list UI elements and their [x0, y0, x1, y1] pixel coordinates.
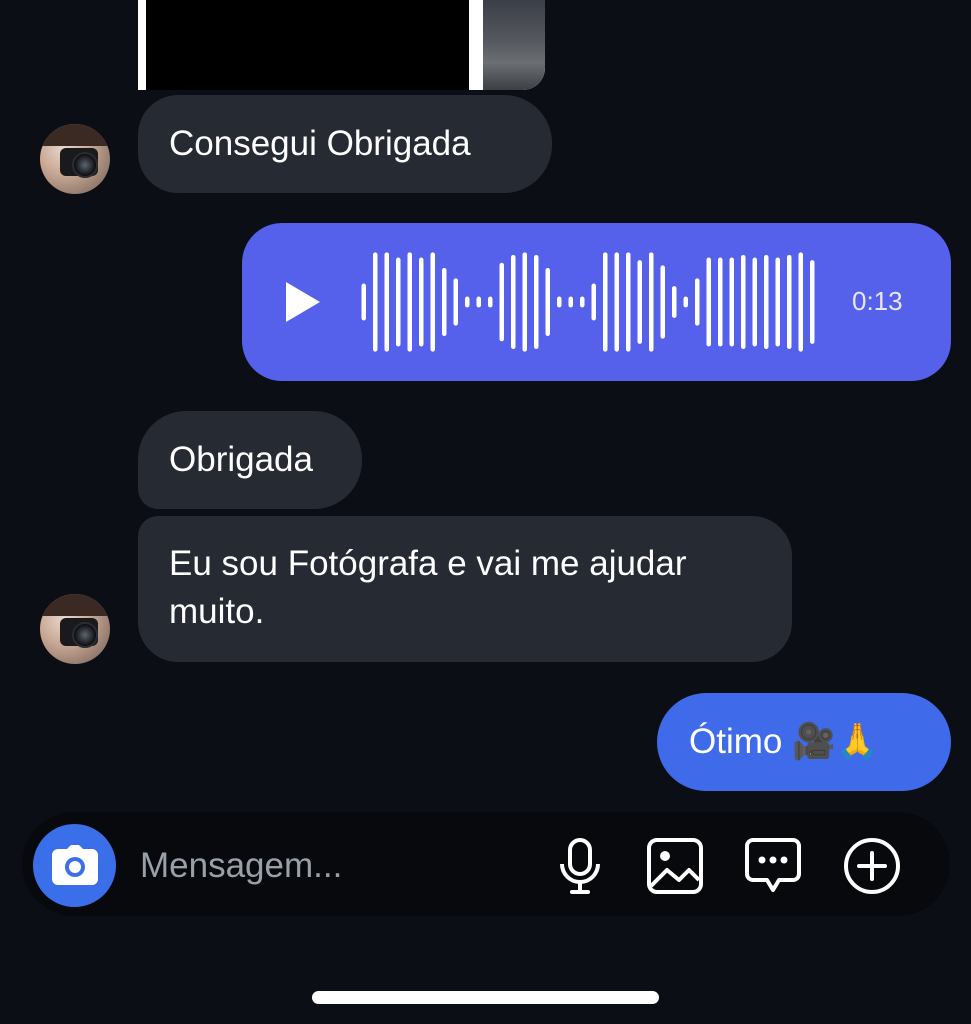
avatar-hair — [40, 594, 110, 616]
camera-icon — [52, 845, 98, 885]
shared-photo-grid[interactable] — [138, 0, 545, 90]
avatar-lens — [72, 152, 98, 178]
outgoing-message[interactable]: Ótimo 🎥🙏 — [657, 693, 951, 791]
message-input[interactable] — [140, 838, 520, 894]
incoming-message[interactable]: Consegui Obrigada — [138, 95, 552, 193]
chat-screen: Consegui Obrigada 0:13 Obrigada Eu sou F… — [0, 0, 971, 1024]
incoming-message[interactable]: Eu sou Fotógrafa e vai me ajudar muito. — [138, 516, 792, 662]
avatar-lens — [72, 622, 98, 648]
microphone-icon[interactable] — [550, 836, 610, 896]
camera-button[interactable] — [33, 824, 116, 907]
avatar-hair — [40, 124, 110, 146]
play-icon[interactable] — [286, 282, 320, 322]
contact-avatar[interactable] — [40, 124, 110, 194]
incoming-message[interactable]: Obrigada — [138, 411, 362, 509]
voice-waveform — [361, 252, 815, 352]
photo-thumbnail[interactable] — [146, 0, 469, 90]
plus-circle-icon[interactable] — [842, 836, 902, 896]
voice-duration: 0:13 — [852, 286, 903, 316]
image-icon[interactable] — [645, 836, 705, 896]
photo-thumbnail[interactable] — [483, 0, 545, 90]
chat-bubble-icon[interactable] — [743, 836, 803, 896]
home-indicator[interactable] — [312, 991, 659, 1004]
contact-avatar[interactable] — [40, 594, 110, 664]
